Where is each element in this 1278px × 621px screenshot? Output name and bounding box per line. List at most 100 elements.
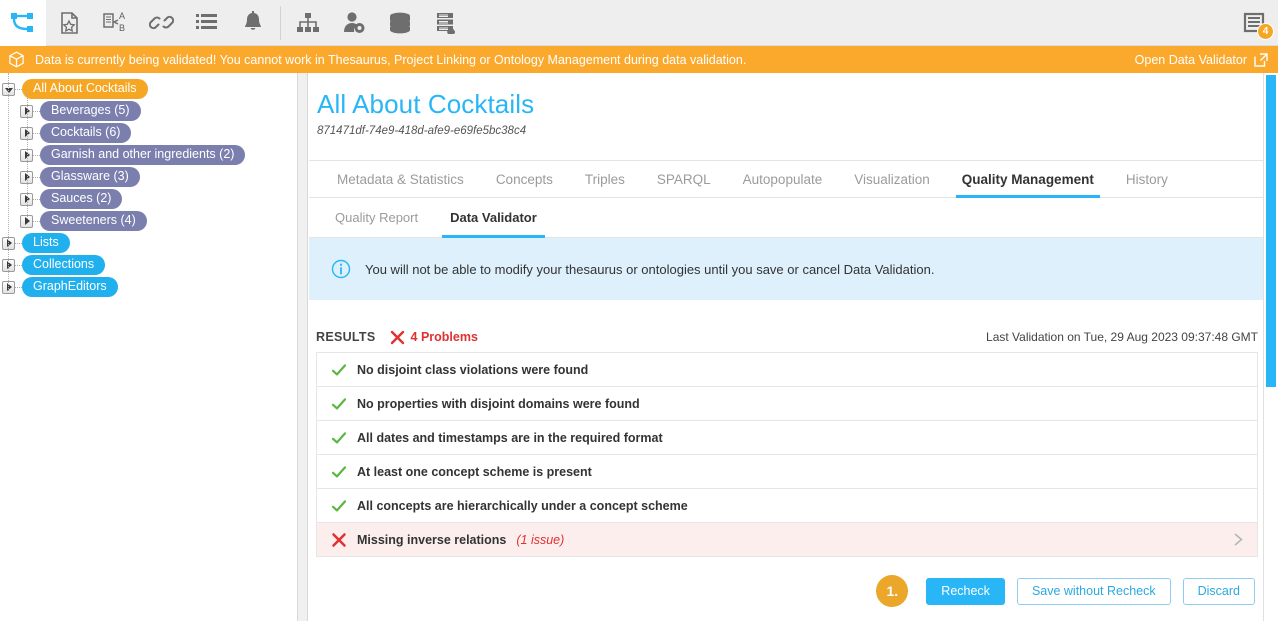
toolbar-button-user-management[interactable]	[331, 0, 377, 46]
data-validation-warning-bar: Data is currently being validated! You c…	[0, 46, 1278, 73]
toolbar-button-activity-log[interactable]: 4	[1230, 0, 1278, 46]
tree-node-label[interactable]: Sauces (2)	[40, 189, 122, 209]
recheck-button[interactable]: Recheck	[926, 578, 1005, 605]
tree-node: GraphEditors	[0, 276, 297, 298]
chevron-right-icon[interactable]	[1232, 532, 1245, 547]
tab-visualization[interactable]: Visualization	[838, 161, 946, 197]
tree-node-label[interactable]: Sweeteners (4)	[40, 211, 147, 231]
tree-node: Garnish and other ingredients (2)	[0, 144, 297, 166]
tree-node: Lists	[0, 232, 297, 254]
action-bar: 1. Recheck Save without Recheck Discard	[309, 575, 1265, 607]
result-row-ok: At least one concept scheme is present	[317, 455, 1257, 489]
open-data-validator-label: Open Data Validator	[1135, 53, 1247, 67]
result-row-ok: No properties with disjoint domains were…	[317, 387, 1257, 421]
activity-log-badge: 4	[1257, 23, 1274, 40]
list-icon	[195, 12, 219, 34]
result-row-error[interactable]: Missing inverse relations (1 issue)	[317, 523, 1257, 557]
main-scrollbar-thumb[interactable]	[1266, 75, 1276, 387]
tree-node: Glassware (3)	[0, 166, 297, 188]
server-cloud-icon	[434, 12, 458, 34]
external-link-icon	[1254, 53, 1268, 67]
tab-concepts[interactable]: Concepts	[480, 161, 569, 197]
error-x-icon	[331, 532, 357, 548]
toolbar-button-notifications[interactable]	[230, 0, 276, 46]
tab-triples[interactable]: Triples	[569, 161, 641, 197]
tree-node-label[interactable]: GraphEditors	[22, 277, 118, 297]
check-icon	[331, 464, 357, 480]
page-uri: 871471df-74e9-418d-afe9-e69fe5bc38c4	[317, 125, 1265, 137]
tab-history[interactable]: History	[1110, 161, 1184, 197]
bell-icon	[242, 11, 264, 35]
discard-button[interactable]: Discard	[1183, 578, 1255, 605]
toolbar-button-ontology-management[interactable]	[285, 0, 331, 46]
toolbar-button-data-storage[interactable]	[377, 0, 423, 46]
taxonomy-ab-icon: A B	[102, 11, 128, 35]
result-row-ok: No disjoint class violations were found	[317, 353, 1257, 387]
tree-node: Beverages (5)	[0, 100, 297, 122]
tree-node-label[interactable]: Beverages (5)	[40, 101, 141, 121]
save-without-recheck-button[interactable]: Save without Recheck	[1017, 578, 1171, 605]
subtab-quality-report[interactable]: Quality Report	[319, 198, 434, 237]
result-row-label: At least one concept scheme is present	[357, 465, 592, 479]
tree-node-label[interactable]: Collections	[22, 255, 105, 275]
toolbar-button-project-linking[interactable]	[138, 0, 184, 46]
top-toolbar: A B	[0, 0, 1278, 46]
result-row-issue-count: (1 issue)	[516, 533, 564, 547]
check-icon	[331, 396, 357, 412]
tree-connector	[15, 89, 22, 90]
tree-connector	[33, 177, 40, 178]
svg-text:B: B	[119, 23, 125, 33]
toolbar-button-graph-home[interactable]	[0, 0, 46, 46]
primary-tabs: Metadata & StatisticsConceptsTriplesSPAR…	[309, 160, 1265, 198]
tree-node: Cocktails (6)	[0, 122, 297, 144]
info-banner: You will not be able to modify your thes…	[309, 238, 1265, 300]
toolbar-button-server-administration[interactable]	[423, 0, 469, 46]
secondary-tabs: Quality ReportData Validator	[309, 198, 1265, 238]
tree-guide-line	[27, 89, 28, 219]
result-row-label: All dates and timestamps are in the requ…	[357, 431, 663, 445]
results-label: RESULTS	[316, 330, 376, 344]
check-icon	[331, 498, 357, 514]
hierarchy-icon	[296, 12, 320, 34]
toolbar-button-taxonomy[interactable]: A B	[92, 0, 138, 46]
tree-connector	[33, 221, 40, 222]
check-icon	[331, 362, 357, 378]
result-row-label: All concepts are hierarchically under a …	[357, 499, 688, 513]
warning-message: Data is currently being validated! You c…	[35, 53, 746, 67]
database-icon	[388, 12, 412, 34]
tree-node-label[interactable]: Cocktails (6)	[40, 123, 131, 143]
tree-connector	[33, 199, 40, 200]
toolbar-button-thesaurus[interactable]	[46, 0, 92, 46]
result-row-ok: All dates and timestamps are in the requ…	[317, 421, 1257, 455]
tree-connector	[33, 111, 40, 112]
tree-guide-line	[8, 73, 9, 291]
tab-quality-management[interactable]: Quality Management	[946, 161, 1110, 197]
toolbar-divider	[280, 6, 281, 40]
tree-node-label[interactable]: Glassware (3)	[40, 167, 140, 187]
result-row-label: No properties with disjoint domains were…	[357, 397, 640, 411]
toolbar-group-admin	[285, 0, 469, 46]
svg-text:A: A	[119, 11, 125, 21]
cube-icon	[8, 51, 25, 68]
panel-splitter[interactable]	[297, 73, 308, 621]
tree-node-label[interactable]: Garnish and other ingredients (2)	[40, 145, 245, 165]
tree-node: Sweeteners (4)	[0, 210, 297, 232]
tree-node-label[interactable]: All About Cocktails	[22, 79, 148, 99]
tab-sparql[interactable]: SPARQL	[641, 161, 727, 197]
tree-connector	[15, 265, 22, 266]
tree-node: Sauces (2)	[0, 188, 297, 210]
results-header: RESULTS 4 Problems Last Validation on Tu…	[309, 322, 1265, 352]
tree-connector	[15, 243, 22, 244]
tree-node-label[interactable]: Lists	[22, 233, 70, 253]
last-validation-timestamp: Last Validation on Tue, 29 Aug 2023 09:3…	[986, 330, 1258, 344]
toolbar-button-lists[interactable]	[184, 0, 230, 46]
result-row-ok: All concepts are hierarchically under a …	[317, 489, 1257, 523]
tab-metadata-statistics[interactable]: Metadata & Statistics	[321, 161, 480, 197]
open-data-validator-link[interactable]: Open Data Validator	[1135, 53, 1268, 67]
tab-autopopulate[interactable]: Autopopulate	[727, 161, 839, 197]
subtab-data-validator[interactable]: Data Validator	[434, 198, 553, 237]
problems-summary: 4 Problems	[390, 330, 478, 345]
check-icon	[331, 430, 357, 446]
thesaurus-icon	[57, 11, 81, 35]
result-row-label: Missing inverse relations	[357, 533, 506, 547]
